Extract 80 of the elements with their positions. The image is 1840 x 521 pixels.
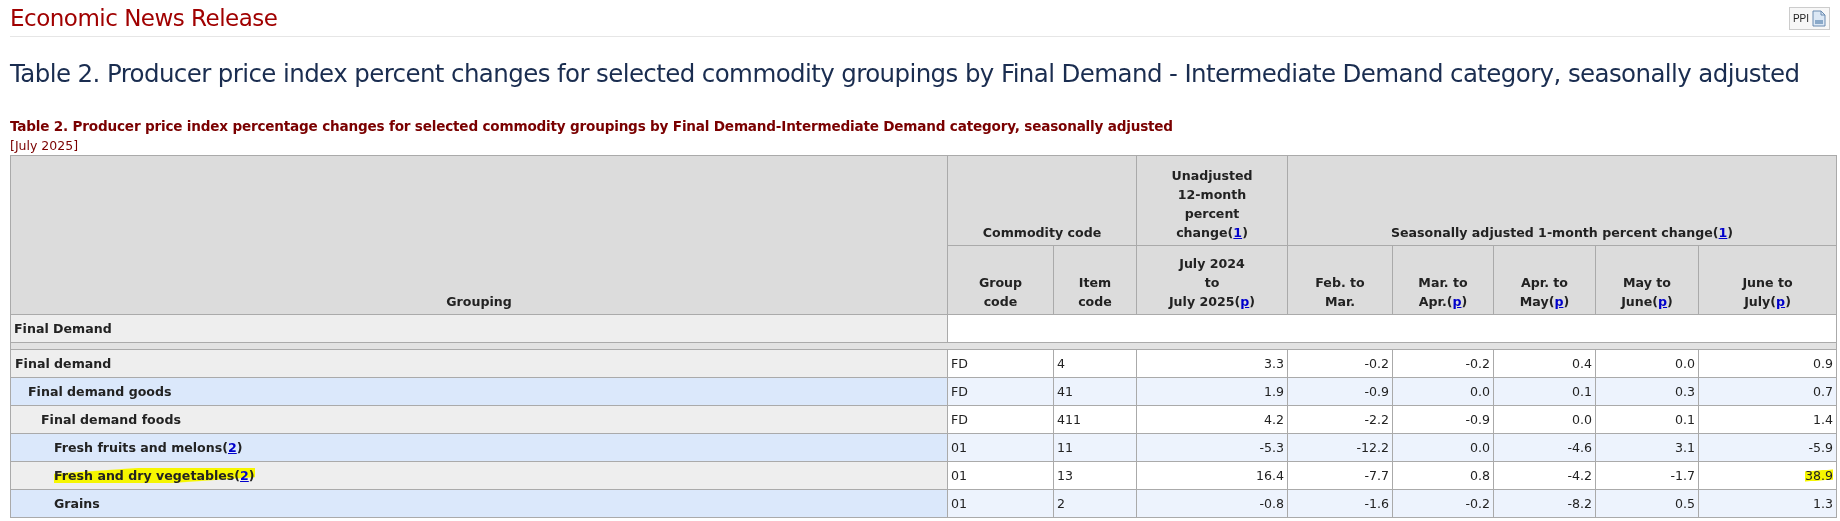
page-title: Economic News Release — [10, 5, 278, 31]
table-cell: 4.2 — [1264, 412, 1284, 427]
table-cell: -0.2 — [1465, 356, 1490, 371]
table-cell: 38.9 — [1805, 468, 1834, 483]
table-cell: 41 — [1053, 377, 1137, 406]
header-label: Item code — [1078, 275, 1112, 309]
section-cell: Final Demand — [10, 314, 948, 343]
header-label: Group code — [978, 275, 1023, 309]
header-label: Unadjusted 12-month percent change(1) — [1171, 168, 1253, 240]
table-cell: 0.4 — [1572, 356, 1592, 371]
footnote-link[interactable]: 1 — [1233, 225, 1243, 240]
table-cell: -0.9 — [1465, 412, 1490, 427]
table-cell: 01 — [947, 461, 1054, 490]
table-cell: -12.2 — [1356, 440, 1389, 455]
table-cell: 13 — [1053, 461, 1137, 490]
table-cell: 0.3 — [1675, 384, 1695, 399]
footnote-link[interactable]: p — [1240, 294, 1250, 309]
table-cell: -7.7 — [1364, 468, 1389, 483]
footnote-link[interactable]: p — [1554, 294, 1564, 309]
header-label: Mar. to Apr.(p) — [1418, 275, 1468, 309]
header-label: Commodity code — [982, 225, 1102, 240]
table-cell: FD — [947, 349, 1054, 378]
footnote-link[interactable]: p — [1452, 294, 1462, 309]
table-cell: -4.2 — [1567, 468, 1592, 483]
table-cell: 411 — [1053, 405, 1137, 434]
header-label: Feb. to Mar. — [1315, 275, 1365, 309]
table-cell: -0.2 — [1364, 356, 1389, 371]
period-label: [July 2025] — [10, 138, 79, 153]
footnote-link[interactable]: 2 — [228, 440, 237, 455]
table-heading: Table 2. Producer price index percent changes for selected commodity groupings by Final Demand - Intermediate Demand category, seasonally adjusted — [10, 59, 1801, 88]
ppi-button[interactable]: PPI — [1788, 6, 1830, 30]
document-icon — [1812, 9, 1826, 27]
table-cell: 2 — [1053, 489, 1137, 518]
header-label: Seasonally adjusted 1-month percent change(1) — [1390, 225, 1734, 240]
table-cell: -1.7 — [1670, 468, 1695, 483]
table-cell: -5.3 — [1259, 440, 1284, 455]
table-cell: 0.0 — [1470, 384, 1490, 399]
header-label: June to July(p) — [1742, 275, 1793, 309]
table-cell: 0.7 — [1813, 384, 1834, 399]
grouping-label: Final demand goods — [28, 384, 172, 399]
table-cell: -5.9 — [1808, 440, 1834, 455]
grouping-label: Fresh fruits and melons(2) — [54, 440, 243, 455]
grouping-label: Final demand — [15, 356, 112, 371]
table-cell: 0.0 — [1470, 440, 1490, 455]
table-cell: 4 — [1053, 349, 1137, 378]
table-cell: -4.6 — [1567, 440, 1592, 455]
table-cell: FD — [947, 377, 1054, 406]
footnote-link[interactable]: p — [1658, 294, 1668, 309]
table-cell: 0.0 — [1675, 356, 1695, 371]
table-cell: FD — [947, 405, 1054, 434]
table-cell: 11 — [1053, 433, 1137, 462]
table-cell: -2.2 — [1364, 412, 1389, 427]
table-cell: 0.9 — [1813, 356, 1834, 371]
table-cell: 16.4 — [1255, 468, 1284, 483]
table-cell: 01 — [947, 489, 1054, 518]
table-cell: -1.6 — [1364, 496, 1389, 511]
table-cell: -0.2 — [1465, 496, 1490, 511]
table-cell: 3.1 — [1675, 440, 1695, 455]
header-label: May to June(p) — [1621, 275, 1673, 309]
table-cell: 0.1 — [1675, 412, 1695, 427]
table-cell: -0.9 — [1364, 384, 1389, 399]
header-label: July 2024 to July 2025(p) — [1168, 256, 1256, 309]
table-cell: 1.4 — [1813, 412, 1834, 427]
table-cell: 0.0 — [1572, 412, 1592, 427]
header-label: Grouping — [446, 294, 512, 309]
table-cell: 0.1 — [1572, 384, 1592, 399]
table-cell: 3.3 — [1264, 356, 1284, 371]
footnote-link[interactable]: 1 — [1718, 225, 1728, 240]
table-cell: 1.9 — [1264, 384, 1284, 399]
table-cell: -0.8 — [1259, 496, 1284, 511]
grouping-label: Grains — [54, 496, 100, 511]
table-cell: 0.5 — [1675, 496, 1695, 511]
table-caption: Table 2. Producer price index percentage changes for selected commodity groupings by Final Demand-Intermediate Demand category, seasonally adjusted — [10, 118, 1173, 134]
table-cell: 01 — [947, 433, 1054, 462]
table-cell: 1.3 — [1813, 496, 1834, 511]
header-label: Apr. to May(p) — [1519, 275, 1570, 309]
grouping-label: Final demand foods — [41, 412, 181, 427]
footnote-link[interactable]: p — [1776, 294, 1786, 309]
table-cell: -8.2 — [1567, 496, 1592, 511]
table-cell: 0.8 — [1470, 468, 1490, 483]
